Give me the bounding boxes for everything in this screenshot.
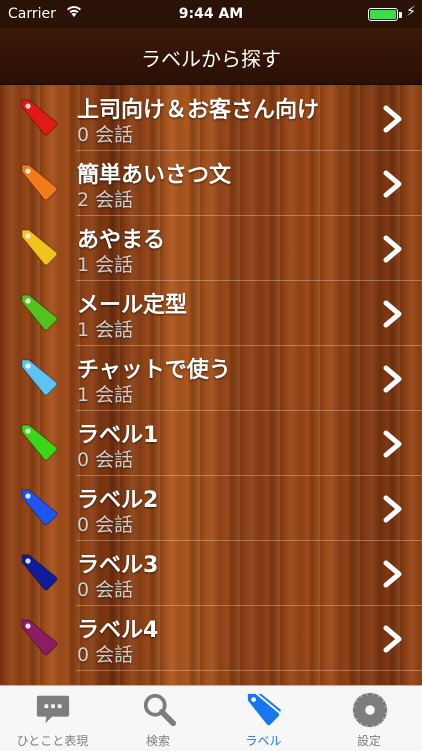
status-time: 9:44 AM	[178, 6, 244, 22]
speech-bubble-icon	[36, 695, 70, 724]
chevron-right-icon	[383, 365, 402, 393]
tab-label: ひとこと表現	[16, 734, 89, 748]
tag-icon	[21, 164, 58, 201]
chevron-right-icon	[383, 495, 402, 523]
label-row[interactable]: あやまる 1 会話	[0, 216, 422, 281]
tag-icon	[21, 554, 58, 591]
tag-icon	[21, 424, 58, 461]
tab-speech-bubble[interactable]: ひとこと表現	[0, 686, 105, 751]
tag-icon	[21, 294, 58, 331]
chevron-right-icon	[383, 430, 402, 458]
battery-tip	[399, 12, 402, 18]
tab-magnifier[interactable]: 検索	[106, 686, 211, 751]
label-row[interactable]: ラベル3 0 会話	[0, 541, 422, 606]
label-row[interactable]: メール定型 1 会話	[0, 281, 422, 346]
conversation-count: 0 会話	[77, 124, 134, 146]
tag-icon	[21, 619, 58, 656]
chevron-right-icon	[383, 170, 402, 198]
status-bar: Carrier 9:44 AM ⚡	[0, 0, 422, 28]
label-row[interactable]: 簡単あいさつ文 2 会話	[0, 151, 422, 216]
tag-icon	[247, 693, 282, 726]
row-divider	[76, 670, 422, 671]
conversation-count: 0 会話	[77, 579, 134, 601]
conversation-count: 1 会話	[77, 319, 134, 341]
chevron-right-icon	[383, 235, 402, 263]
tab-tag[interactable]: ラベル	[211, 686, 316, 751]
label-row[interactable]: チャットで使う 1 会話	[0, 346, 422, 411]
label-row[interactable]: ラベル1 0 会話	[0, 411, 422, 476]
tag-icon	[21, 99, 58, 136]
tag-icon	[21, 489, 58, 526]
chevron-right-icon	[383, 625, 402, 653]
tab-label: 検索	[145, 734, 170, 748]
page-title: ラベルから探す	[141, 47, 281, 71]
tab-label: ラベル	[245, 734, 282, 748]
label-list[interactable]: 上司向け＆お客さん向け 0 会話 簡単あいさつ文 2 会話 あやまる 1 会話 メール定型 1…	[0, 85, 422, 685]
battery-icon	[368, 8, 398, 21]
tab-label: 設定	[356, 734, 381, 748]
tab-gear[interactable]: 設定	[317, 686, 422, 751]
label-row[interactable]: ラベル2 0 会話	[0, 476, 422, 541]
charging-bolt-icon: ⚡	[406, 4, 416, 20]
conversation-count: 0 会話	[77, 449, 134, 471]
chevron-right-icon	[383, 300, 402, 328]
gear-icon	[352, 692, 387, 728]
tag-icon	[21, 359, 58, 396]
label-row[interactable]: ラベル4 0 会話	[0, 606, 422, 671]
conversation-count: 1 会話	[77, 384, 134, 406]
navigation-bar: ラベルから探す	[0, 28, 422, 85]
tag-icon	[21, 229, 58, 266]
magnifier-icon	[143, 693, 176, 727]
conversation-count: 0 会話	[77, 644, 134, 666]
conversation-count: 2 会話	[77, 189, 134, 211]
chevron-right-icon	[383, 105, 402, 133]
tab-bar: ひとこと表現 検索 ラベル 設定	[0, 685, 422, 751]
chevron-right-icon	[383, 560, 402, 588]
conversation-count: 0 会話	[77, 514, 134, 536]
conversation-count: 1 会話	[77, 254, 134, 276]
label-row[interactable]: 上司向け＆お客さん向け 0 会話	[0, 86, 422, 151]
